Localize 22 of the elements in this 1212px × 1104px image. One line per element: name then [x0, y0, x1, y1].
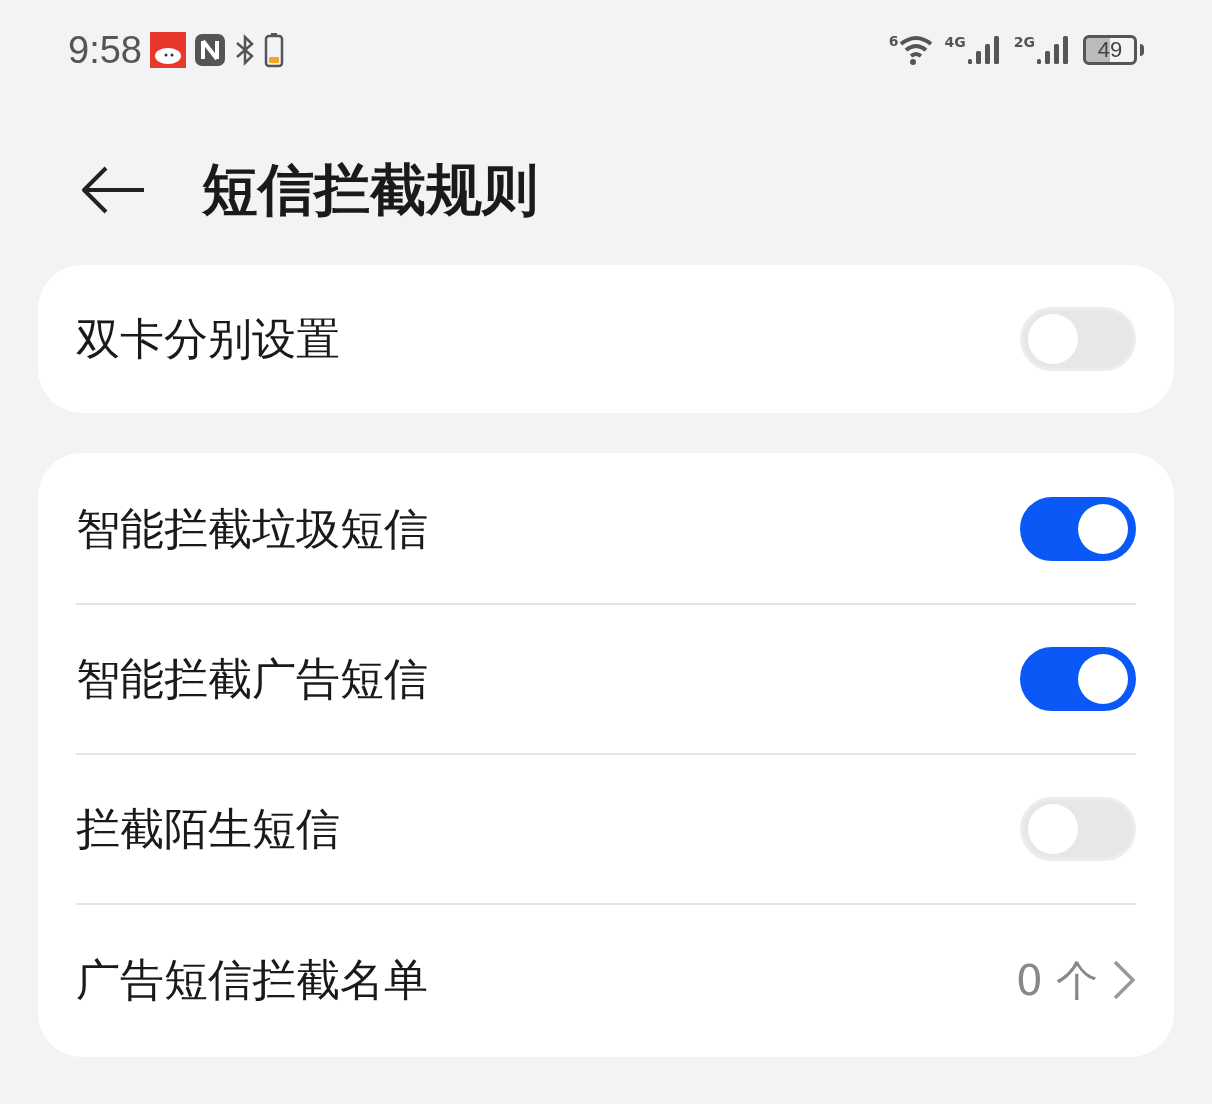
setting-label: 拦截陌生短信 — [76, 802, 340, 856]
wifi-standard-label: 6 — [888, 34, 899, 48]
setting-label: 双卡分别设置 — [76, 312, 340, 366]
phone-battery-icon — [263, 32, 284, 68]
wifi-icon — [898, 34, 933, 66]
page-title: 短信拦截规则 — [202, 156, 538, 224]
nfc-icon — [193, 33, 226, 67]
chevron-right-icon[interactable] — [1112, 959, 1136, 1001]
battery-indicator: 49 — [1083, 35, 1137, 65]
count-value: 0 个 — [1015, 954, 1098, 1007]
network-type-label: 2G — [1013, 35, 1035, 49]
toggle-switch[interactable] — [1020, 647, 1136, 711]
signal-icon — [967, 35, 1002, 65]
back-arrow-icon[interactable] — [80, 165, 146, 215]
clock-time: 9:58 — [68, 27, 142, 73]
setting-label: 广告短信拦截名单 — [76, 953, 428, 1007]
signal-icon — [1037, 35, 1071, 65]
setting-label: 智能拦截垃圾短信 — [76, 502, 428, 556]
app-icon — [149, 32, 186, 68]
setting-label: 智能拦截广告短信 — [76, 652, 428, 706]
network-type-label: 4G — [944, 35, 966, 49]
toggle-switch[interactable] — [1020, 497, 1136, 561]
